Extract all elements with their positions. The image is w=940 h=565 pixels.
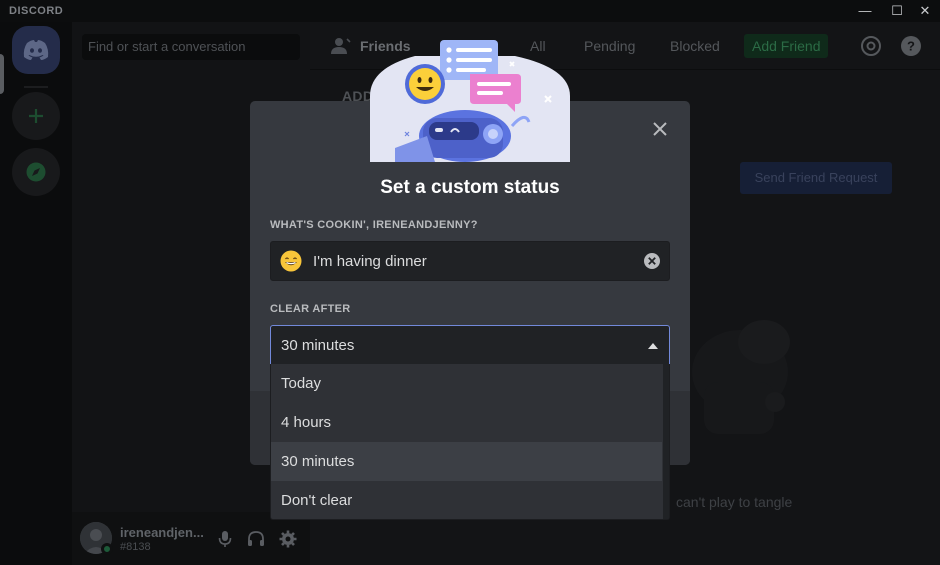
clear-after-dropdown: Today 4 hours 30 minutes Don't clear bbox=[270, 364, 670, 520]
explore-servers-button[interactable] bbox=[12, 148, 60, 196]
modal-title: Set a custom status bbox=[380, 177, 560, 198]
plus-icon bbox=[29, 109, 43, 123]
home-indicator bbox=[0, 54, 4, 94]
status-input[interactable]: I'm having dinner bbox=[270, 241, 670, 281]
status-text: I'm having dinner bbox=[313, 253, 427, 270]
gear-icon[interactable] bbox=[278, 529, 298, 549]
grinning-face-icon[interactable] bbox=[280, 250, 302, 272]
status-illustration bbox=[370, 40, 570, 162]
online-status-dot bbox=[101, 543, 113, 555]
clear-after-select[interactable]: 30 minutes bbox=[270, 325, 670, 365]
user-tag: #8138 bbox=[120, 541, 151, 553]
microphone-icon[interactable] bbox=[215, 529, 235, 549]
headset-icon[interactable] bbox=[246, 529, 266, 549]
tab-blocked[interactable]: Blocked bbox=[670, 38, 720, 54]
caret-up-icon bbox=[648, 343, 658, 349]
at-sign-icon[interactable] bbox=[860, 35, 882, 57]
close-icon[interactable] bbox=[650, 119, 670, 139]
send-friend-request-button[interactable]: Send Friend Request bbox=[740, 162, 892, 194]
minimize-button[interactable]: — bbox=[850, 2, 880, 20]
compass-icon bbox=[26, 162, 46, 182]
rail-separator bbox=[24, 86, 48, 88]
conversation-search[interactable]: Find or start a conversation bbox=[82, 34, 300, 60]
server-rail bbox=[0, 22, 72, 565]
username: ireneandjen... bbox=[120, 525, 204, 540]
status-field-label: WHAT'S COOKIN', IRENEANDJENNY? bbox=[270, 219, 478, 231]
app-brand: DISCORD bbox=[9, 5, 64, 17]
option-today[interactable]: Today bbox=[271, 364, 662, 403]
add-server-button[interactable] bbox=[12, 92, 60, 140]
clear-after-value: 30 minutes bbox=[281, 337, 355, 354]
dropdown-scrollbar[interactable] bbox=[663, 364, 669, 519]
help-icon[interactable]: ? bbox=[900, 35, 922, 57]
wumpus-illustration bbox=[692, 320, 790, 434]
empty-state-note: can't play to tangle bbox=[676, 494, 793, 510]
clear-circle-icon[interactable] bbox=[643, 252, 661, 270]
discord-logo-icon bbox=[23, 40, 49, 60]
discord-app: DISCORD — ☐ ✕ Find or start a conversati… bbox=[0, 0, 940, 565]
option-4-hours[interactable]: 4 hours bbox=[271, 403, 662, 442]
maximize-button[interactable]: ☐ bbox=[882, 2, 912, 20]
close-window-button[interactable]: ✕ bbox=[910, 2, 940, 20]
friends-wave-icon bbox=[331, 38, 351, 54]
title-bar: DISCORD — ☐ ✕ bbox=[0, 0, 940, 22]
option-dont-clear[interactable]: Don't clear bbox=[271, 481, 662, 519]
home-button[interactable] bbox=[12, 26, 60, 74]
clear-after-label: CLEAR AFTER bbox=[270, 303, 351, 315]
svg-text:?: ? bbox=[907, 39, 915, 54]
add-friend-button[interactable]: Add Friend bbox=[744, 34, 829, 58]
option-30-minutes[interactable]: 30 minutes bbox=[271, 442, 662, 481]
tab-pending[interactable]: Pending bbox=[584, 38, 635, 54]
